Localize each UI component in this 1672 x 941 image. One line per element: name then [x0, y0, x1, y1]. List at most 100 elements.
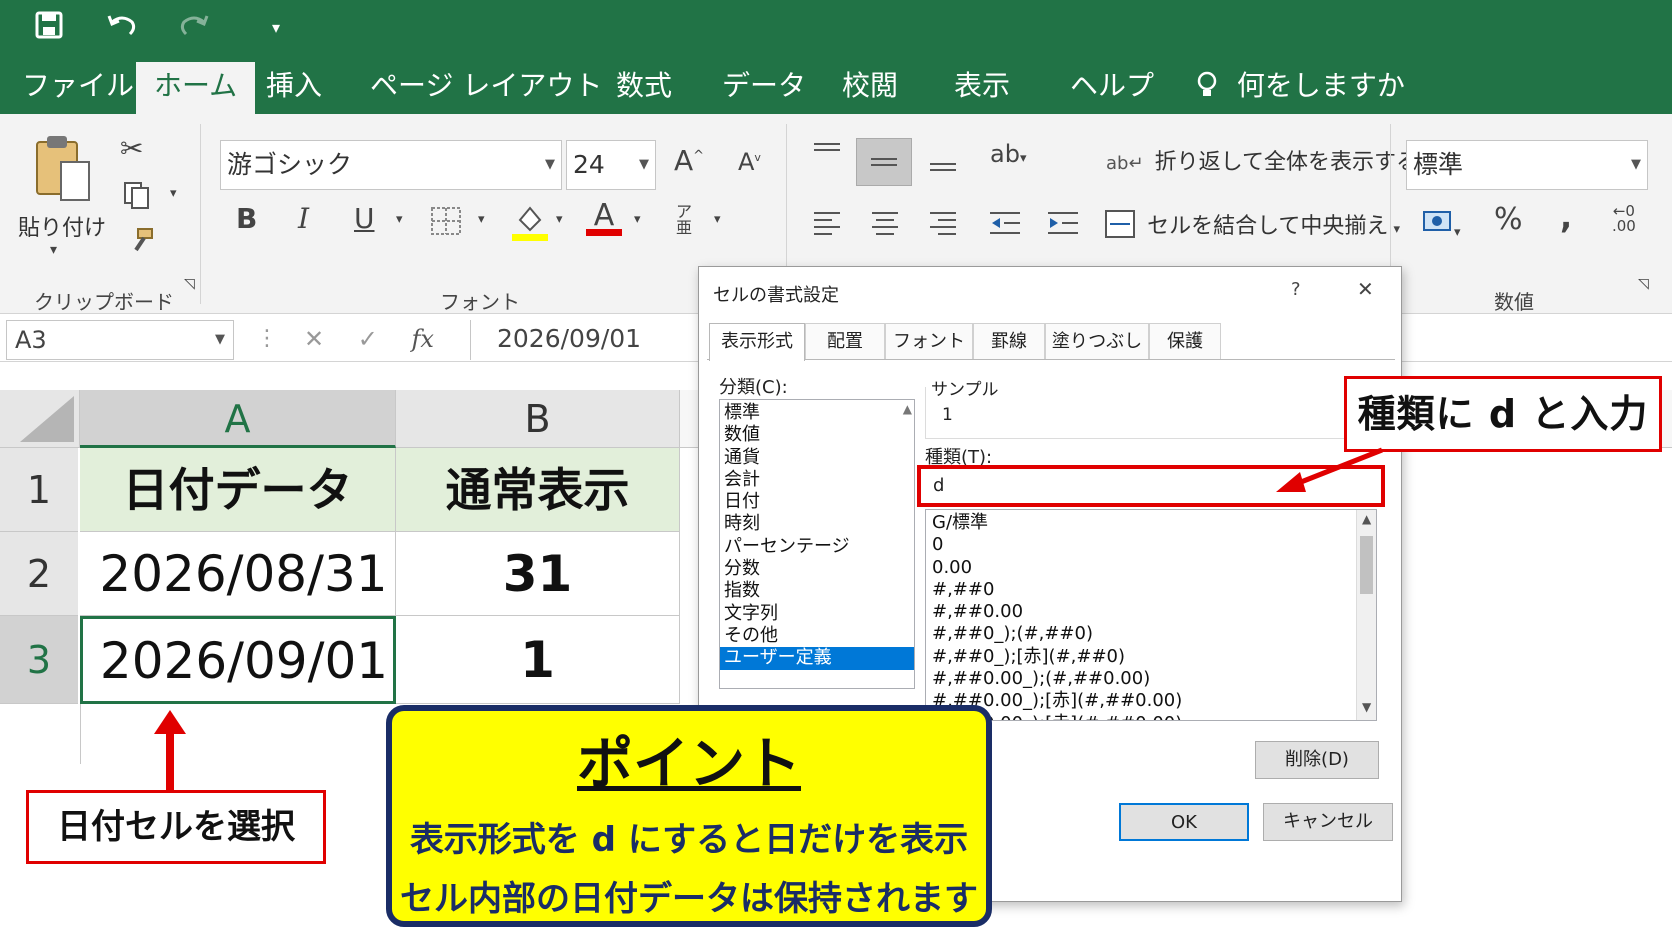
percent-button[interactable]: %: [1494, 202, 1523, 237]
row-header-1[interactable]: 1: [0, 448, 78, 532]
borders-dropdown-icon[interactable]: ▾: [478, 212, 485, 227]
cell-b1[interactable]: 通常表示: [396, 448, 680, 532]
category-list[interactable]: 標準 数値 通貨 会計 日付 時刻 パーセンテージ 分数 指数 文字列 その他 ユーザー定義 ▲: [719, 399, 915, 689]
increase-decimal-icon[interactable]: ←0.00: [1612, 204, 1636, 234]
decrease-indent-icon[interactable]: [988, 210, 1022, 240]
font-size-combo[interactable]: 24 ▼: [566, 140, 656, 190]
tab-border[interactable]: 罫線: [973, 323, 1045, 359]
tab-file[interactable]: ファイル: [22, 62, 134, 114]
format-item[interactable]: #,##0.00_);[赤](#,##0.00): [928, 690, 1376, 712]
dialog-help-button[interactable]: ?: [1291, 279, 1301, 300]
category-item[interactable]: 数値: [720, 424, 914, 446]
delete-button[interactable]: 削除(D): [1255, 741, 1379, 779]
column-header-a[interactable]: A: [80, 390, 396, 448]
cancel-button[interactable]: キャンセル: [1263, 803, 1393, 841]
scroll-thumb[interactable]: [1360, 536, 1373, 594]
category-item[interactable]: その他: [720, 625, 914, 647]
cell-b3[interactable]: 1: [396, 616, 680, 704]
category-item[interactable]: 通貨: [720, 447, 914, 469]
paste-dropdown-icon[interactable]: ▾: [50, 242, 57, 258]
category-item[interactable]: パーセンテージ: [720, 536, 914, 558]
format-item[interactable]: #,##0.00_);(#,##0.00): [928, 668, 1376, 690]
align-center-icon[interactable]: [870, 210, 900, 240]
dialog-close-icon[interactable]: ✕: [1357, 277, 1374, 301]
wrap-text-button[interactable]: ab↵ 折り返して全体を表示する: [1106, 144, 1418, 176]
paste-button[interactable]: [32, 132, 96, 212]
phonetic-dropdown-icon[interactable]: ▾: [714, 212, 721, 227]
format-item[interactable]: #,##0: [928, 579, 1376, 601]
tab-alignment[interactable]: 配置: [805, 323, 885, 359]
tab-data[interactable]: データ: [722, 62, 806, 114]
tab-fill[interactable]: 塗りつぶし: [1045, 323, 1149, 359]
category-item[interactable]: 標準: [720, 402, 914, 424]
category-item[interactable]: 文字列: [720, 603, 914, 625]
format-item[interactable]: #,##0_);(#,##0): [928, 623, 1376, 645]
comma-button[interactable]: ,: [1560, 198, 1572, 236]
clipboard-launcher-icon[interactable]: ◹: [184, 276, 195, 292]
format-item[interactable]: #,##0_);[赤](#,##0): [928, 646, 1376, 668]
tab-review[interactable]: 校閲: [842, 62, 898, 114]
tab-help[interactable]: ヘルプ: [1070, 62, 1154, 114]
confirm-entry-icon[interactable]: ✓: [358, 325, 378, 353]
format-item[interactable]: G/標準: [928, 512, 1376, 534]
underline-dropdown-icon[interactable]: ▾: [396, 212, 403, 227]
format-item[interactable]: 0: [928, 534, 1376, 556]
font-color-dropdown-icon[interactable]: ▾: [634, 212, 641, 227]
format-item[interactable]: #,##0.00: [928, 601, 1376, 623]
format-item[interactable]: 0.00: [928, 557, 1376, 579]
format-painter-icon[interactable]: [126, 226, 156, 260]
tab-protection[interactable]: 保護: [1149, 323, 1221, 359]
cell-a2[interactable]: 2026/08/31: [80, 532, 396, 616]
insert-function-button[interactable]: fx: [412, 325, 434, 353]
align-left-icon[interactable]: [812, 210, 842, 240]
italic-button[interactable]: I: [298, 202, 309, 235]
category-item[interactable]: 会計: [720, 469, 914, 491]
align-bottom-icon[interactable]: [928, 150, 958, 178]
tab-view[interactable]: 表示: [954, 62, 1010, 114]
cell-a1[interactable]: 日付データ: [80, 448, 396, 532]
customize-icon[interactable]: ▾: [272, 10, 280, 46]
number-format-combo[interactable]: 標準 ▼: [1406, 140, 1648, 190]
scroll-up-icon[interactable]: ▲: [903, 402, 912, 416]
font-color-button[interactable]: A: [586, 198, 622, 236]
copy-dropdown-icon[interactable]: ▾: [170, 186, 177, 201]
column-header-b[interactable]: B: [396, 390, 680, 448]
tab-page-layout[interactable]: ページ レイアウト: [370, 62, 602, 114]
bold-button[interactable]: B: [236, 202, 257, 235]
number-launcher-icon[interactable]: ◹: [1638, 276, 1649, 292]
cancel-entry-icon[interactable]: ✕: [304, 325, 324, 353]
merge-center-button[interactable]: セルを結合して中央揃え ▾: [1104, 208, 1400, 240]
cut-icon[interactable]: ✂: [120, 132, 143, 165]
tab-home[interactable]: ホーム: [136, 62, 256, 114]
cell-a3-selected[interactable]: 2026/09/01: [80, 616, 396, 704]
fill-color-icon[interactable]: [512, 202, 548, 246]
shrink-font-button[interactable]: Av: [738, 148, 761, 176]
phonetic-icon[interactable]: ア亜: [676, 204, 692, 236]
scroll-up-icon[interactable]: ▲: [1362, 512, 1371, 526]
tab-font[interactable]: フォント: [885, 323, 973, 359]
ok-button[interactable]: OK: [1119, 803, 1249, 841]
borders-icon[interactable]: [430, 206, 462, 240]
category-item[interactable]: 日付: [720, 491, 914, 513]
tab-insert[interactable]: 挿入: [266, 62, 322, 114]
grow-font-button[interactable]: A^: [674, 144, 704, 177]
category-item[interactable]: ユーザー定義: [720, 647, 914, 670]
align-right-icon[interactable]: [928, 210, 958, 240]
tab-number-format[interactable]: 表示形式: [709, 323, 805, 361]
cell-b2[interactable]: 31: [396, 532, 680, 616]
format-item[interactable]: #,##0.00_);[赤](#,##0.00): [928, 713, 1376, 720]
fill-color-dropdown-icon[interactable]: ▾: [556, 212, 563, 227]
row-header-3[interactable]: 3: [0, 616, 78, 704]
increase-indent-icon[interactable]: [1046, 210, 1080, 240]
align-top-icon[interactable]: [812, 140, 842, 168]
format-list-scrollbar[interactable]: ▲ ▼: [1356, 510, 1376, 720]
name-box[interactable]: A3 ▼: [6, 320, 234, 360]
row-header-2[interactable]: 2: [0, 532, 78, 616]
scroll-down-icon[interactable]: ▼: [1362, 700, 1371, 714]
tab-formulas[interactable]: 数式: [616, 62, 672, 114]
underline-button[interactable]: U: [354, 202, 375, 235]
font-name-combo[interactable]: 游ゴシック ▼: [220, 140, 562, 190]
tell-me-search[interactable]: 何をしますか: [1196, 62, 1405, 114]
select-all-corner[interactable]: [0, 390, 80, 448]
align-middle-icon[interactable]: [856, 138, 912, 186]
